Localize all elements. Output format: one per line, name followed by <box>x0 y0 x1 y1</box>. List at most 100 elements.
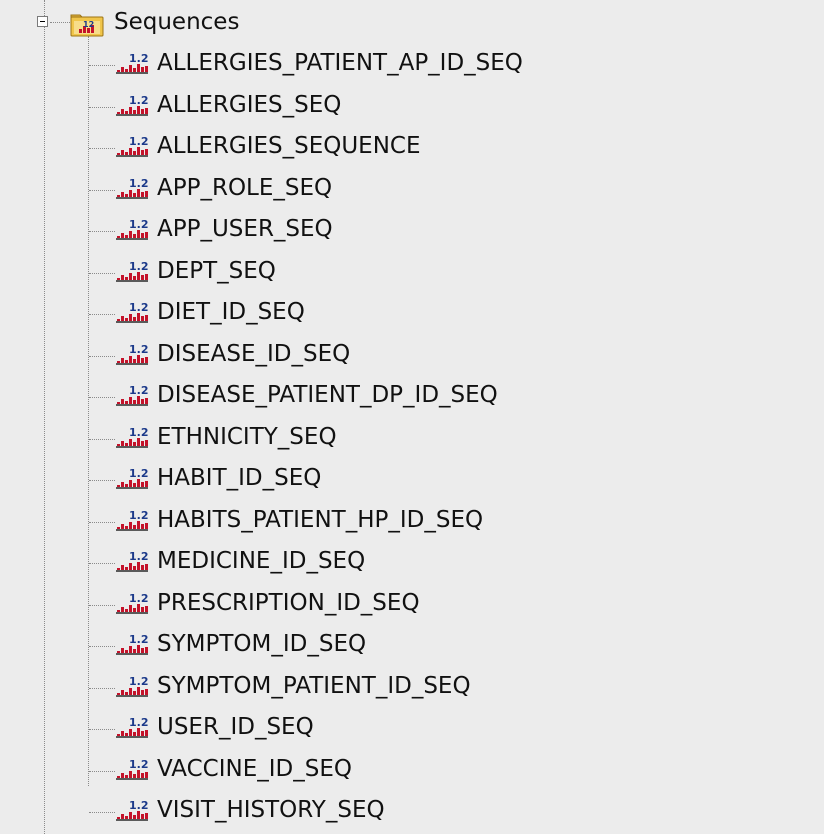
tree-connector <box>89 148 115 149</box>
tree-connector <box>89 770 115 772</box>
sequence-label: DEPT_SEQ <box>157 257 276 284</box>
sequence-item[interactable]: 1.2 ALLERGIES_SEQUENCE <box>0 129 824 161</box>
sequence-icon: 1.2 <box>116 218 149 240</box>
tree-connector <box>89 438 115 440</box>
sequence-label: VACCINE_ID_SEQ <box>157 755 352 782</box>
sequence-icon-digits: 1.2 <box>129 218 149 231</box>
tree-connector <box>89 812 115 813</box>
tree-connector <box>89 521 115 523</box>
sequence-icon: 1.2 <box>116 260 149 282</box>
sequence-label: HABIT_ID_SEQ <box>157 465 322 491</box>
sequence-icon: 1.2 <box>116 177 149 199</box>
sequence-icon: 1.2 <box>116 94 149 116</box>
sequence-label: SYMPTOM_PATIENT_ID_SEQ <box>157 672 471 699</box>
sequence-label: DIET_ID_SEQ <box>157 299 305 325</box>
sequence-icon-digits: 1.2 <box>129 509 149 522</box>
sequence-icon: 1.2 <box>116 509 149 531</box>
tree-connector <box>89 65 115 66</box>
tree-connector <box>89 604 115 606</box>
sequence-icon-digits: 1.2 <box>129 426 149 439</box>
sequence-icon-digits: 1.2 <box>129 177 149 190</box>
sequence-label: ALLERGIES_PATIENT_AP_ID_SEQ <box>157 50 523 76</box>
tree-connector <box>89 355 115 357</box>
sequence-label: HABITS_PATIENT_HP_ID_SEQ <box>157 506 484 533</box>
sequence-label: APP_USER_SEQ <box>157 216 333 242</box>
sequence-icon-digits: 1.2 <box>129 758 149 771</box>
sequence-item[interactable]: 1.2 APP_USER_SEQ <box>0 212 824 244</box>
sequence-item[interactable]: 1.2 DISEASE_ID_SEQ <box>0 337 824 369</box>
sequence-item[interactable]: 1.2 USER_ID_SEQ <box>0 710 824 742</box>
tree-connector <box>89 231 115 232</box>
sequence-icon-digits: 1.2 <box>129 135 149 148</box>
sequence-item[interactable]: 1.2 APP_ROLE_SEQ <box>0 171 824 203</box>
sequence-icon: 1.2 <box>116 716 149 738</box>
sequence-icon: 1.2 <box>116 52 149 74</box>
sequence-icon: 1.2 <box>116 675 149 697</box>
sequence-label: MEDICINE_ID_SEQ <box>157 548 366 574</box>
sequence-item[interactable]: 1.2 SYMPTOM_ID_SEQ <box>0 627 824 659</box>
sequence-item[interactable]: 1.2 DEPT_SEQ <box>0 254 824 286</box>
sequence-item[interactable]: 1.2 ALLERGIES_SEQ <box>0 88 824 120</box>
sequence-item[interactable]: 1.2 VACCINE_ID_SEQ <box>0 752 824 784</box>
tree-guide-line <box>44 0 45 834</box>
tree-connector <box>50 22 70 23</box>
sequence-icon-digits: 1.2 <box>129 799 149 812</box>
sequence-icon-digits: 1.2 <box>129 592 149 605</box>
sequence-icon: 1.2 <box>116 633 149 655</box>
sequence-item[interactable]: 1.2 HABITS_PATIENT_HP_ID_SEQ <box>0 503 824 535</box>
sequence-item[interactable]: 1.2 SYMPTOM_PATIENT_ID_SEQ <box>0 669 824 701</box>
sequence-icon: 1.2 <box>116 550 149 572</box>
sequence-label: PRESCRIPTION_ID_SEQ <box>157 589 420 616</box>
sequence-label: SYMPTOM_ID_SEQ <box>157 631 367 657</box>
sequence-icon: 1.2 <box>116 301 149 323</box>
tree-connector <box>89 314 115 315</box>
folder-icon-digits: 12 <box>83 20 94 29</box>
sequence-icon-digits: 1.2 <box>129 260 149 273</box>
sequence-icon: 1.2 <box>116 135 149 157</box>
sequence-item[interactable]: 1.2 HABIT_ID_SEQ <box>0 461 824 493</box>
sequence-item[interactable]: 1.2 VISIT_HISTORY_SEQ <box>0 793 824 825</box>
tree-connector <box>89 189 115 191</box>
tree-connector <box>89 563 115 564</box>
sequence-icon: 1.2 <box>116 384 149 406</box>
sequence-item[interactable]: 1.2 DIET_ID_SEQ <box>0 295 824 327</box>
sequence-icon-digits: 1.2 <box>129 301 149 314</box>
sequences-tree: 12 Sequences 1.2 ALLERGIES_PATIENT_AP_ID_… <box>0 0 824 834</box>
sequence-item[interactable]: 1.2 DISEASE_PATIENT_DP_ID_SEQ <box>0 378 824 410</box>
tree-connector <box>89 646 115 647</box>
sequence-item[interactable]: 1.2 PRESCRIPTION_ID_SEQ <box>0 586 824 618</box>
tree-connector <box>89 729 115 730</box>
sequence-icon-digits: 1.2 <box>129 633 149 646</box>
tree-connector <box>89 397 115 398</box>
sequence-icon-digits: 1.2 <box>129 384 149 397</box>
collapse-toggle-icon[interactable] <box>37 16 48 27</box>
tree-connector <box>89 480 115 481</box>
sequence-icon-digits: 1.2 <box>129 343 149 356</box>
tree-connector <box>89 106 115 108</box>
sequence-item[interactable]: 1.2 ETHNICITY_SEQ <box>0 420 824 452</box>
sequence-label: ALLERGIES_SEQ <box>157 91 342 118</box>
sequence-label: ALLERGIES_SEQUENCE <box>157 133 421 159</box>
sequence-label: VISIT_HISTORY_SEQ <box>157 797 385 823</box>
sequence-icon-digits: 1.2 <box>129 94 149 107</box>
sequence-icon-digits: 1.2 <box>129 550 149 563</box>
sequence-item[interactable]: 1.2 MEDICINE_ID_SEQ <box>0 544 824 576</box>
sequence-icon: 1.2 <box>116 426 149 448</box>
sequence-icon: 1.2 <box>116 799 149 821</box>
sequence-icon: 1.2 <box>116 343 149 365</box>
sequence-icon-digits: 1.2 <box>129 675 149 688</box>
sequence-label: USER_ID_SEQ <box>157 714 314 740</box>
sequence-label: DISEASE_ID_SEQ <box>157 340 351 367</box>
sequence-icon: 1.2 <box>116 592 149 614</box>
sequence-item[interactable]: 1.2 ALLERGIES_PATIENT_AP_ID_SEQ <box>0 46 824 78</box>
sequence-icon-digits: 1.2 <box>129 716 149 729</box>
sequence-label: ETHNICITY_SEQ <box>157 423 337 450</box>
sequence-icon: 1.2 <box>116 758 149 780</box>
sequence-icon-digits: 1.2 <box>129 467 149 480</box>
sequence-folder-icon: 12 <box>70 14 104 37</box>
sequences-folder-node[interactable]: 12 Sequences <box>0 4 420 38</box>
sequence-label: APP_ROLE_SEQ <box>157 174 333 201</box>
tree-connector <box>89 687 115 689</box>
tree-connector <box>89 272 115 274</box>
sequence-label: DISEASE_PATIENT_DP_ID_SEQ <box>157 382 498 408</box>
